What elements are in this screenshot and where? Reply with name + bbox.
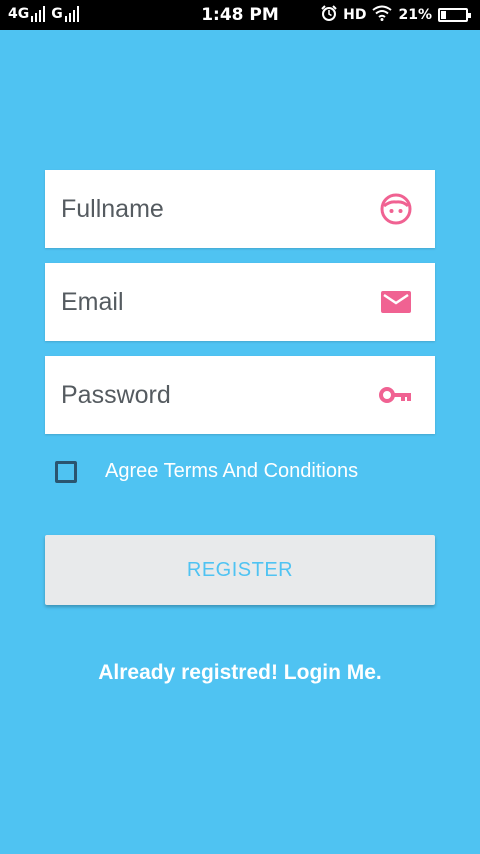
email-input[interactable] bbox=[61, 287, 361, 317]
status-bar: 4G G 1:48 PM HD 21% bbox=[0, 0, 480, 30]
password-input[interactable] bbox=[61, 380, 361, 410]
agree-label[interactable]: Agree Terms And Conditions bbox=[105, 460, 358, 483]
agree-terms[interactable]: Agree Terms And Conditions bbox=[55, 460, 358, 483]
hd-label: HD bbox=[343, 7, 367, 23]
alarm-icon bbox=[321, 5, 337, 25]
face-icon bbox=[379, 192, 413, 226]
key-icon bbox=[379, 378, 413, 412]
agree-checkbox[interactable] bbox=[55, 460, 77, 483]
login-link[interactable]: Already registred! Login Me. bbox=[0, 661, 480, 685]
password-field[interactable] bbox=[45, 356, 435, 434]
battery-icon bbox=[438, 8, 471, 22]
mail-icon bbox=[379, 285, 413, 319]
email-field[interactable] bbox=[45, 263, 435, 341]
battery-percent: 21% bbox=[398, 7, 432, 23]
fullname-input[interactable] bbox=[61, 194, 361, 224]
wifi-icon bbox=[372, 5, 393, 25]
status-icons: HD 21% bbox=[321, 5, 471, 25]
fullname-field[interactable] bbox=[45, 170, 435, 248]
register-button[interactable]: REGISTER bbox=[45, 535, 435, 605]
